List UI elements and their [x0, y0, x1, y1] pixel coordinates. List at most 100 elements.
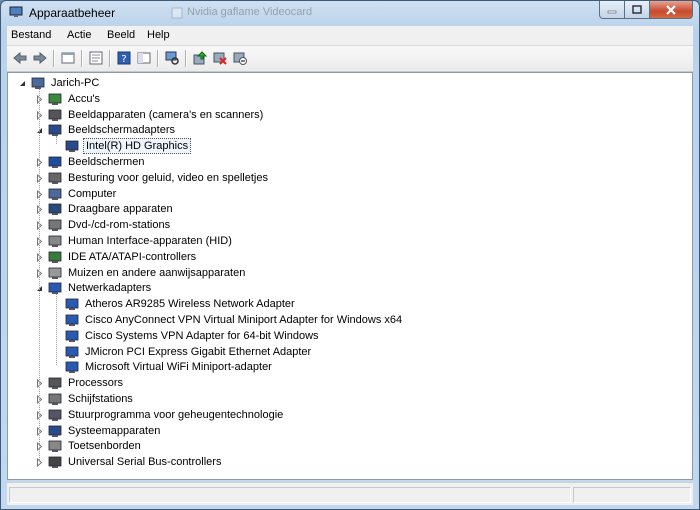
tree-node-label: Muizen en andere aanwijsapparaten	[68, 266, 246, 279]
tree-node-label: Beeldschermen	[68, 156, 145, 168]
memory-icon	[48, 409, 62, 421]
tree-node-label: Atheros AR9285 Wireless Network Adapter	[85, 298, 295, 311]
window-icon	[171, 7, 183, 19]
maximize-icon	[632, 5, 642, 14]
tree-node-label: Universal Serial Bus-controllers	[68, 456, 222, 469]
help-icon[interactable]: ?	[116, 50, 132, 66]
tree-category[interactable]: Draagbare apparaten	[8, 201, 688, 217]
tree-category[interactable]: Computer	[8, 186, 688, 202]
tree-device[interactable]: Microsoft Virtual WiFi Miniport-adapter	[8, 359, 688, 375]
speaker-icon	[48, 172, 62, 184]
device-tree-panel[interactable]: Jarich-PC Accu's Beeldapparaten (camera's …	[7, 72, 693, 480]
close-icon	[666, 4, 676, 15]
keyboard-icon	[48, 440, 62, 453]
menu-actie[interactable]: Actie	[67, 29, 91, 41]
console-tree-icon[interactable]	[136, 50, 152, 66]
tree-category[interactable]: Beeldschermen	[8, 154, 688, 170]
toolbar-separator	[53, 50, 55, 67]
network-adapter-icon	[65, 314, 79, 326]
menu-help[interactable]: Help	[147, 29, 170, 41]
tree-node-label: Netwerkadapters	[68, 282, 152, 295]
tree-device[interactable]: Intel(R) HD Graphics	[8, 138, 688, 155]
tree-node-label: Human Interface-apparaten (HID)	[68, 235, 232, 247]
uninstall-icon[interactable]	[212, 50, 228, 66]
network-adapter-icon	[65, 361, 79, 374]
tree-category[interactable]: Human Interface-apparaten (HID)	[8, 233, 688, 249]
toolbar: ?	[7, 46, 693, 72]
close-button[interactable]	[650, 1, 693, 19]
tree-node-label: Besturing voor geluid, video en spelletj…	[68, 171, 268, 184]
disc-drive-icon	[48, 219, 62, 232]
disable-icon[interactable]	[232, 50, 248, 66]
device-manager-window: Apparaatbeheer Nvidia gaflame Videocard …	[0, 0, 700, 510]
background-tab-text: Nvidia gaflame Videocard	[187, 6, 313, 18]
tree-node-label: Processors	[68, 377, 124, 390]
tree-connector	[56, 294, 57, 366]
tree-device[interactable]: Cisco AnyConnect VPN Virtual Miniport Ad…	[8, 312, 688, 328]
computer-icon	[31, 77, 45, 89]
disk-drive-icon	[48, 393, 62, 405]
toolbar-separator	[81, 50, 83, 67]
network-icon	[48, 282, 62, 295]
svg-text:?: ?	[121, 54, 126, 65]
tree-root-computer[interactable]: Jarich-PC	[8, 75, 688, 91]
toolbar-separator	[109, 50, 111, 67]
tree-node-label: Draagbare apparaten	[68, 203, 173, 216]
tree-node-label: Beeldapparaten (camera's en scanners)	[68, 108, 264, 121]
tree-category[interactable]: Toetsenborden	[8, 438, 688, 454]
tree-category[interactable]: Beeldschermadapters	[8, 122, 688, 138]
tree-category[interactable]: Beeldapparaten (camera's en scanners)	[8, 107, 688, 123]
tree-node-label: Cisco Systems VPN Adapter for 64-bit Win…	[85, 329, 319, 342]
display-adapter-icon	[48, 124, 62, 137]
battery-icon	[48, 93, 62, 105]
tree-category[interactable]: Netwerkadapters	[8, 280, 688, 296]
collapse-arrow-icon[interactable]	[18, 79, 27, 88]
update-driver-icon[interactable]	[192, 50, 208, 66]
properties-icon[interactable]	[60, 50, 76, 66]
tree-category[interactable]: Muizen en andere aanwijsapparaten	[8, 265, 688, 281]
tree-category[interactable]: Universal Serial Bus-controllers	[8, 454, 688, 470]
console-icon[interactable]	[88, 50, 104, 66]
tree-node-label: Systeemapparaten	[68, 424, 161, 437]
tree-node-label: Intel(R) HD Graphics	[83, 138, 192, 155]
tree-node-label: Stuurprogramma voor geheugentechnologie	[68, 408, 284, 421]
portable-device-icon	[48, 203, 62, 216]
tree-device[interactable]: Cisco Systems VPN Adapter for 64-bit Win…	[8, 328, 688, 344]
menu-beeld[interactable]: Beeld	[107, 29, 135, 41]
tree-connector	[56, 136, 57, 145]
tree-category[interactable]: Besturing voor geluid, video en spelletj…	[8, 170, 688, 186]
status-segment	[9, 487, 571, 503]
tree-node-label: Accu's	[68, 92, 101, 105]
menu-bar: Bestand Actie Beeld Help	[7, 26, 693, 46]
status-bar	[7, 482, 693, 505]
tree-category[interactable]: Schijfstations	[8, 391, 688, 407]
window-controls	[599, 1, 693, 19]
tree-category[interactable]: Accu's	[8, 91, 688, 107]
maximize-button[interactable]	[625, 1, 650, 19]
window-title: Apparaatbeheer	[29, 6, 116, 20]
ide-icon	[48, 251, 62, 263]
computer-scan-icon[interactable]	[164, 50, 180, 66]
tree-category[interactable]: Dvd-/cd-rom-stations	[8, 217, 688, 233]
forward-arrow-icon[interactable]	[32, 50, 48, 66]
usb-icon	[48, 456, 62, 469]
tree-category[interactable]: Processors	[8, 375, 688, 391]
hid-icon	[48, 235, 62, 247]
tree-node-label: Beeldschermadapters	[68, 124, 176, 137]
status-segment	[573, 487, 691, 503]
network-adapter-icon	[65, 298, 79, 311]
system-device-icon	[48, 425, 62, 437]
tree-device[interactable]: Atheros AR9285 Wireless Network Adapter	[8, 296, 688, 312]
network-adapter-icon	[65, 330, 79, 342]
minimize-button[interactable]	[599, 1, 625, 19]
tree-node-label: Cisco AnyConnect VPN Virtual Miniport Ad…	[85, 314, 403, 326]
title-bar[interactable]: Apparaatbeheer Nvidia gaflame Videocard	[1, 1, 699, 25]
toolbar-separator	[157, 50, 159, 67]
tree-category[interactable]: IDE ATA/ATAPI-controllers	[8, 249, 688, 265]
tree-category[interactable]: Stuurprogramma voor geheugentechnologie	[8, 407, 688, 423]
tree-category[interactable]: Systeemapparaten	[8, 423, 688, 439]
menu-bestand[interactable]: Bestand	[11, 29, 51, 41]
tree-device[interactable]: JMicron PCI Express Gigabit Ethernet Ada…	[8, 344, 688, 360]
back-arrow-icon[interactable]	[12, 50, 28, 66]
tree-node-label: Jarich-PC	[51, 77, 100, 89]
